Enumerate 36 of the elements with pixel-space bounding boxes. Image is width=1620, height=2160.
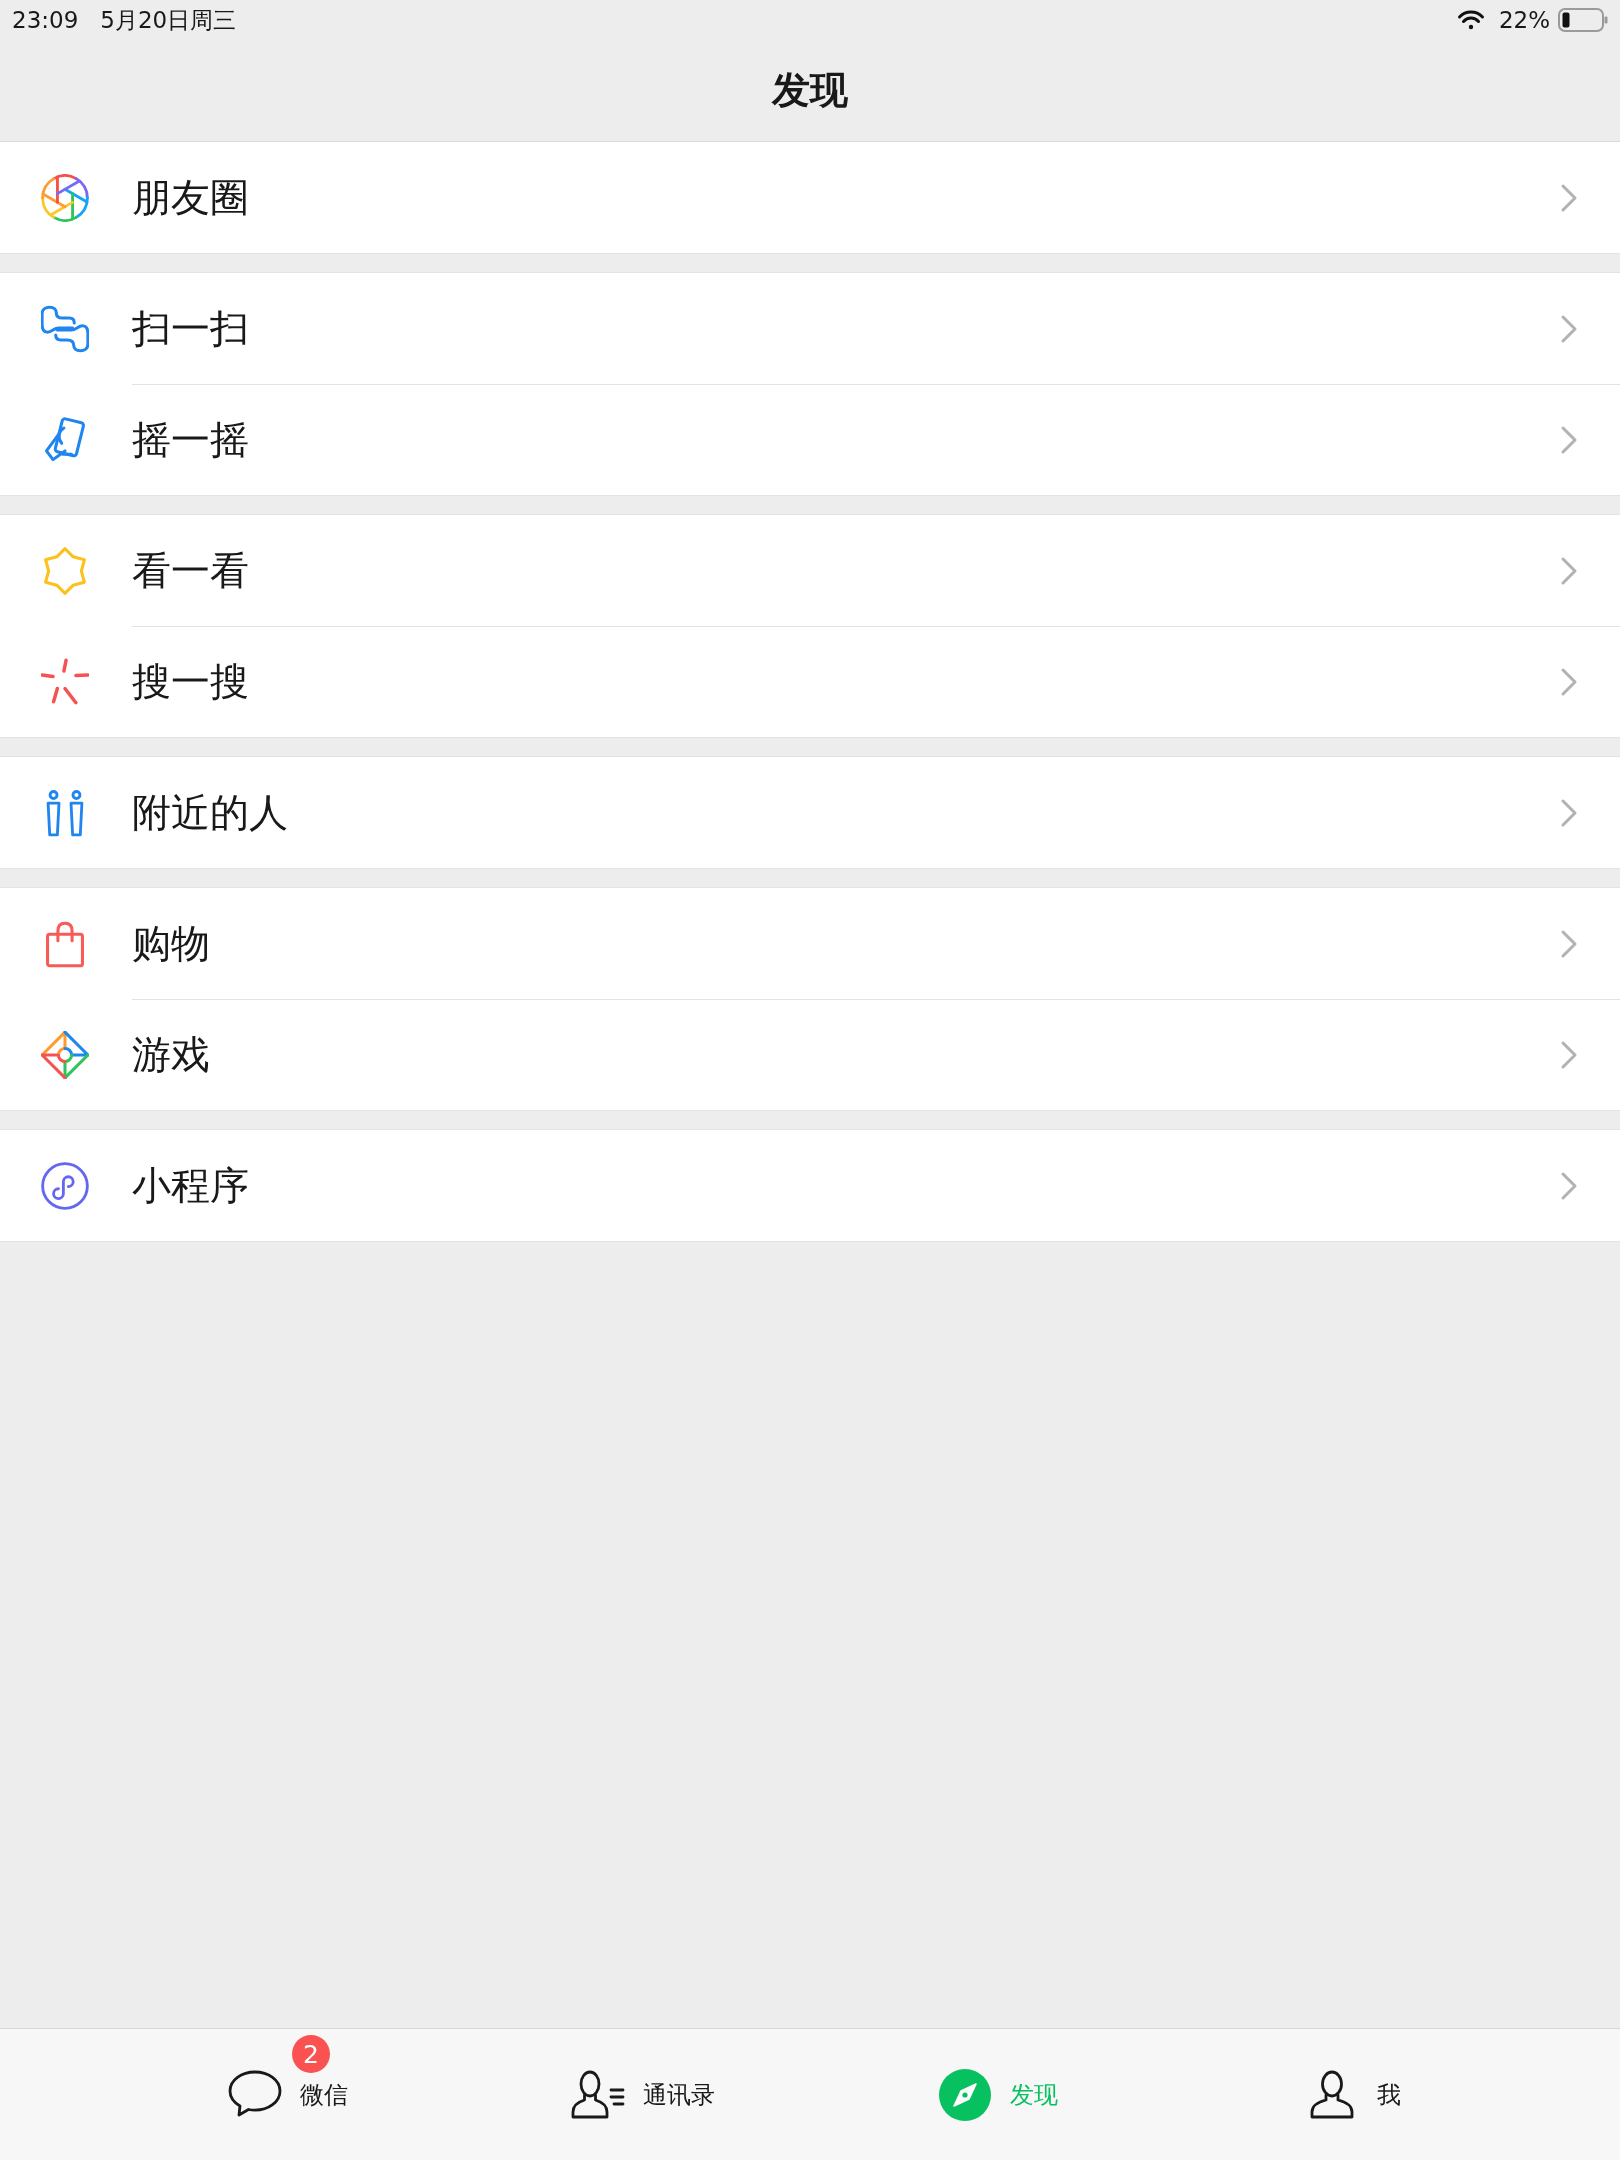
chevron-right-icon — [1560, 667, 1578, 697]
squiggle-icon — [41, 304, 89, 353]
compass-icon — [937, 2069, 993, 2121]
burst-icon — [41, 657, 89, 706]
battery-icon — [1558, 8, 1608, 32]
menu-item[interactable]: 小程序 — [0, 1130, 1620, 1241]
tab-item[interactable]: 微信 2 — [227, 2035, 348, 2121]
battery-percentage: 22% — [1498, 7, 1550, 33]
tab-item[interactable]: 我 — [1304, 2035, 1401, 2121]
chevron-right-icon — [1560, 1040, 1578, 1070]
status-date: 5月20日周三 — [100, 5, 237, 35]
tab-item[interactable]: 通讯录 — [570, 2035, 715, 2121]
menu-item[interactable]: 朋友圈 — [0, 142, 1620, 253]
menu-item[interactable]: 扫一扫 — [0, 273, 1620, 384]
contacts-icon — [570, 2069, 626, 2121]
link-circle-icon — [41, 1161, 89, 1210]
chevron-right-icon — [1560, 313, 1578, 344]
menu-item[interactable]: 看一看 — [0, 515, 1620, 626]
chevron-right-icon — [1560, 797, 1578, 828]
chevron-right-icon — [1560, 928, 1578, 959]
wifi-icon — [1456, 9, 1485, 31]
diamond-icon — [41, 1030, 89, 1079]
chevron-right-icon — [1560, 1170, 1578, 1201]
chevron-right-icon — [1560, 425, 1578, 455]
chevron-right-icon — [1560, 182, 1578, 213]
unread-badge: 2 — [292, 2035, 330, 2073]
chevron-right-icon — [1560, 555, 1578, 586]
menu-item[interactable]: 搜一搜 — [0, 626, 1620, 737]
menu-item[interactable]: 购物 — [0, 888, 1620, 999]
six-point-star-icon — [41, 546, 89, 595]
aperture-icon — [41, 173, 89, 222]
status-time: 23:09 — [12, 7, 79, 33]
menu-item[interactable]: 摇一摇 — [0, 384, 1620, 495]
menu-item[interactable]: 游戏 — [0, 999, 1620, 1110]
page-title: 发现 — [772, 67, 848, 114]
menu-item[interactable]: 附近的人 — [0, 757, 1620, 868]
